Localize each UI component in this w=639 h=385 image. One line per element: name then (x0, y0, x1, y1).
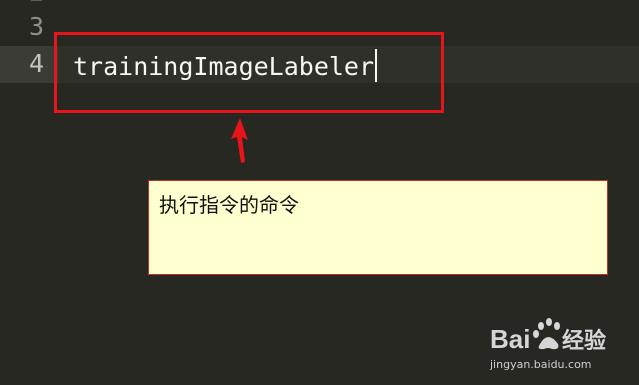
logo-text: Bai (490, 324, 530, 354)
code-editor[interactable]: 2 3 4 trainingImageLabeler 执行指令的命令 Bai 经… (0, 0, 639, 385)
watermark-url: jingyan.baidu.com (490, 358, 592, 371)
svg-text:经验: 经验 (562, 328, 606, 354)
baidu-logo-icon: Bai 经验 (490, 318, 606, 354)
annotation-text: 执行指令的命令 (159, 193, 299, 217)
baidu-jingyan-watermark: Bai 经验 jingyan.baidu.com (488, 314, 618, 374)
annotation-note: 执行指令的命令 (148, 180, 608, 275)
line-number-4: 4 (28, 49, 44, 78)
arrow-up-icon (231, 118, 248, 163)
line-number-3: 3 (28, 12, 44, 41)
line-number-2: 2 (0, 0, 44, 8)
highlight-box (54, 32, 444, 113)
